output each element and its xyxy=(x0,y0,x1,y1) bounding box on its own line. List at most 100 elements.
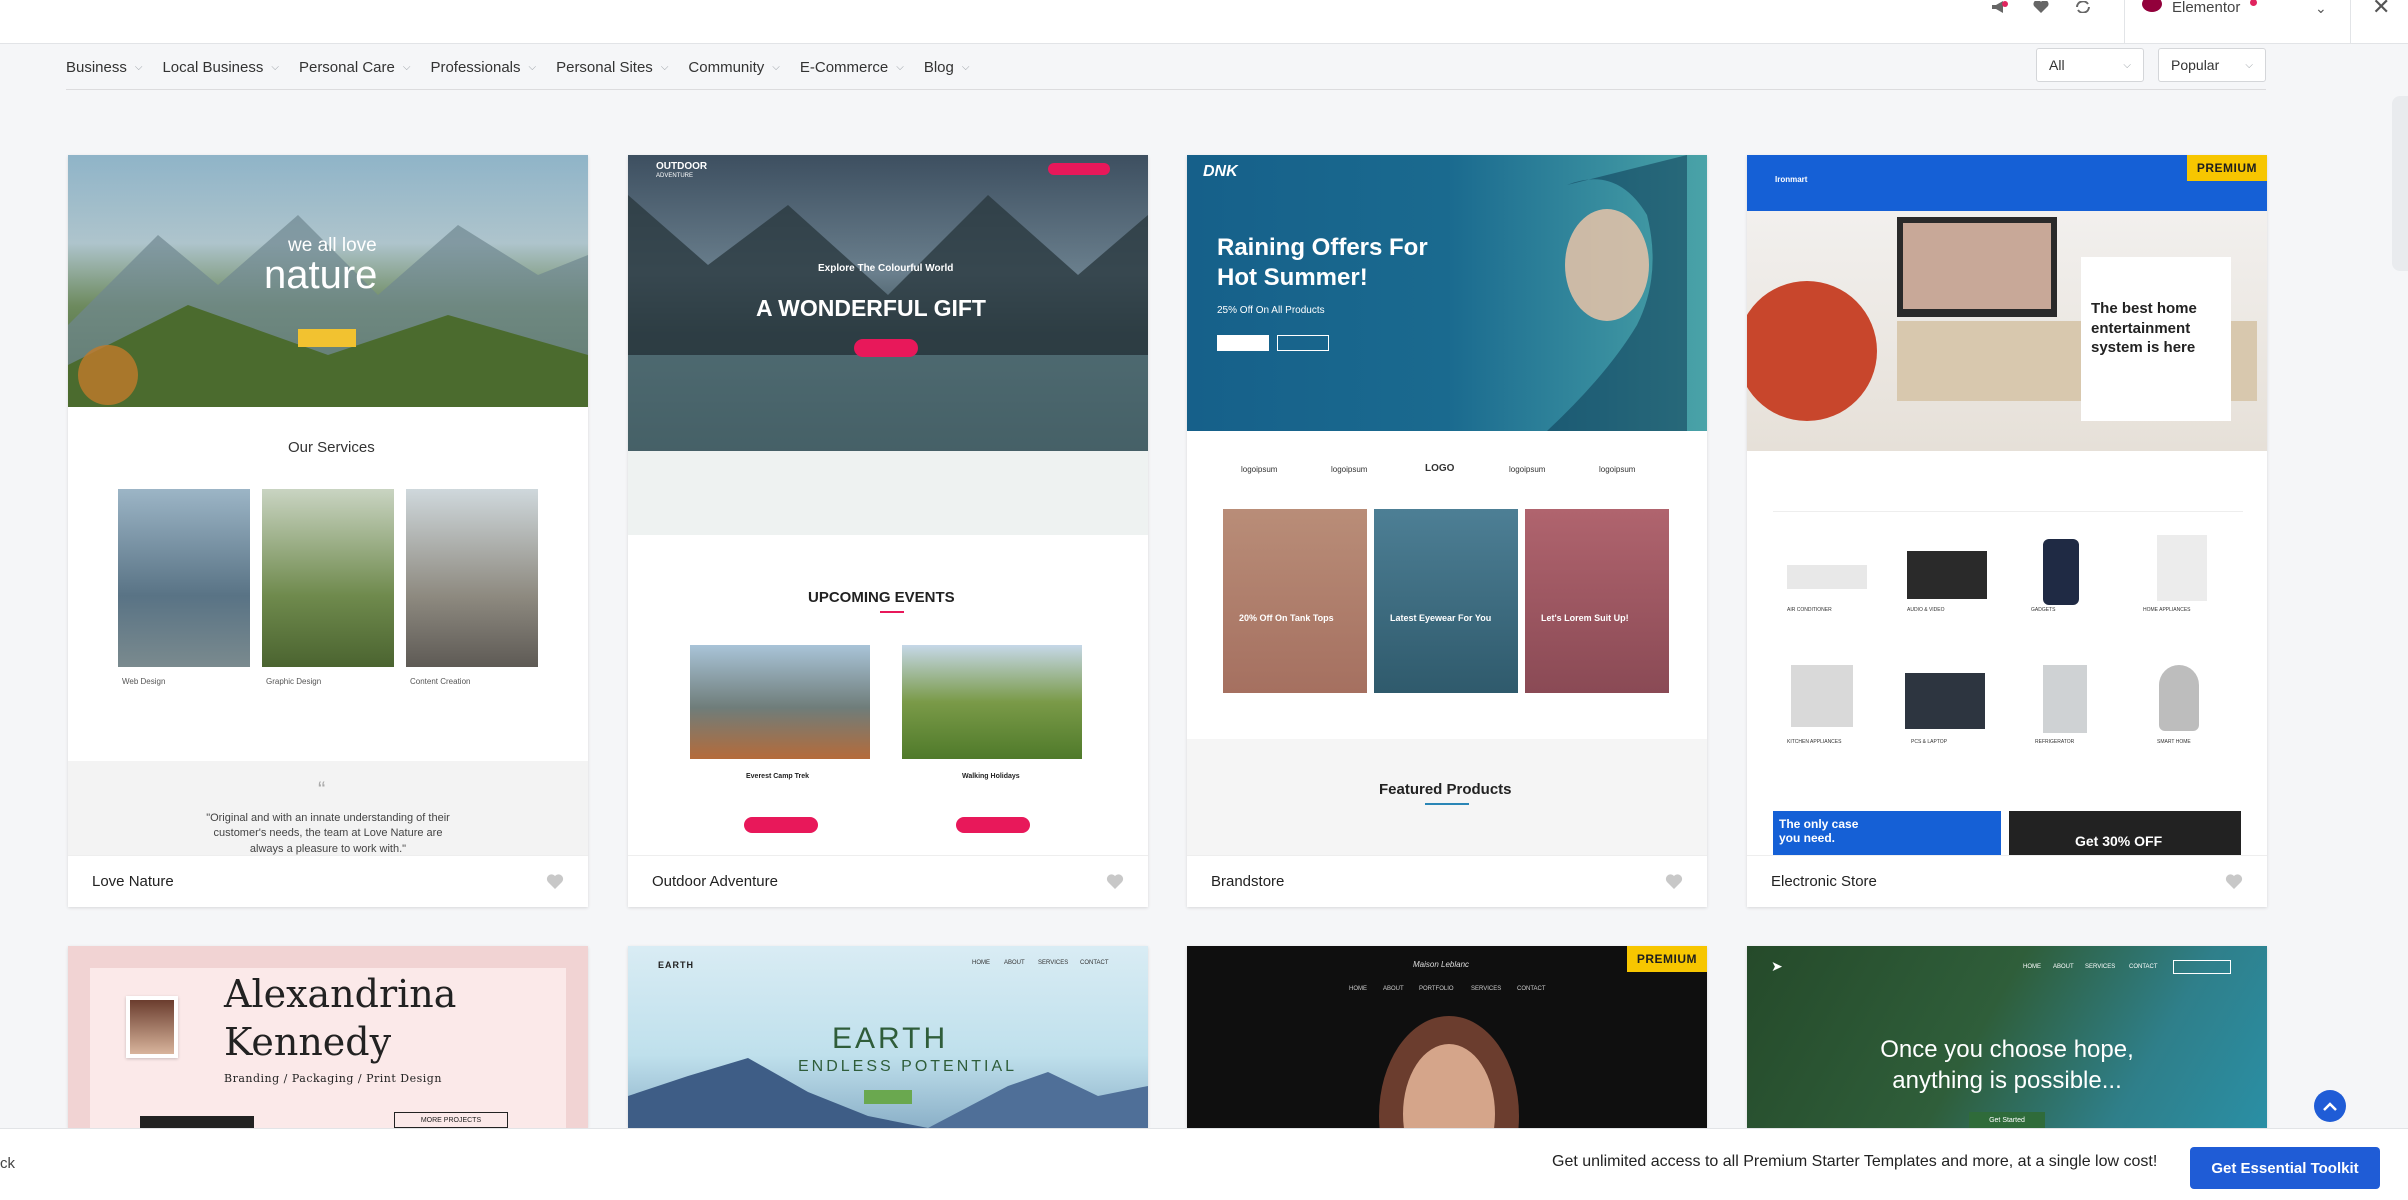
card-caption: Electronic Store xyxy=(1747,855,2267,907)
template-card-electronic-store[interactable]: Ironmart The best home entertainment sys… xyxy=(1747,155,2267,907)
service-label: Content Creation xyxy=(410,677,471,686)
template-preview[interactable]: we all love nature Our Services Web Desi… xyxy=(68,155,588,855)
service-image xyxy=(406,489,538,667)
hero-title: nature xyxy=(264,253,378,297)
template-preview[interactable]: Ironmart The best home entertainment sys… xyxy=(1747,155,2267,855)
chevron-down-icon: ⌵ xyxy=(772,61,780,73)
template-preview[interactable]: Alexandrina Kennedy Branding / Packaging… xyxy=(68,946,588,1128)
nav-label: Personal Care xyxy=(298,58,395,76)
nav-item-business[interactable]: Business ⌵ xyxy=(66,59,142,76)
partner-logo: LOGO xyxy=(1425,463,1455,474)
product-image xyxy=(2159,665,2199,731)
nav-label: Local Business xyxy=(162,58,264,76)
mountains-graphic xyxy=(628,1058,1148,1128)
quote-icon: “ xyxy=(318,777,326,802)
section-divider xyxy=(1425,803,1469,805)
testimonial-section: “ "Original and with an innate understan… xyxy=(68,761,588,855)
hero-title: Alexandrina xyxy=(224,972,457,1016)
chevron-up-icon xyxy=(2323,1102,2337,1111)
scroll-to-top-button[interactable] xyxy=(2314,1090,2346,1122)
hero-image: OUTDOOR ADVENTURE Explore The Colourful … xyxy=(628,155,1148,451)
template-name: Love Nature xyxy=(92,873,174,890)
promo-text: The only case you need. xyxy=(1779,817,1859,846)
nav-item-e-commerce[interactable]: E-Commerce ⌵ xyxy=(800,59,904,76)
nav-item-blog[interactable]: Blog ⌵ xyxy=(924,59,970,76)
chevron-down-icon: ⌵ xyxy=(134,61,143,73)
service-label: Web Design xyxy=(122,677,166,686)
hero-subtitle: Branding / Packaging / Print Design xyxy=(224,1072,442,1085)
hero-image: DNK Raining Offers For Hot Summer! 25% O… xyxy=(1187,155,1707,431)
nav-label: E-Commerce xyxy=(799,58,889,76)
template-card-outdoor-adventure[interactable]: OUTDOOR ADVENTURE Explore The Colourful … xyxy=(628,155,1148,907)
template-preview[interactable]: OUTDOOR ADVENTURE Explore The Colourful … xyxy=(628,155,1148,855)
heart-icon[interactable] xyxy=(1106,873,1124,890)
hero-subtitle: 25% Off On All Products xyxy=(1217,305,1325,316)
upgrade-message: Get unlimited access to all Premium Star… xyxy=(1552,1153,2158,1170)
section-title: Our Services xyxy=(288,439,375,456)
avatar xyxy=(126,996,178,1058)
event-title: Everest Camp Trek xyxy=(746,773,810,780)
partner-logo: logoipsum xyxy=(1241,465,1278,474)
template-preview[interactable]: DNK Raining Offers For Hot Summer! 25% O… xyxy=(1187,155,1707,855)
template-card-alexandrina-kennedy[interactable]: Alexandrina Kennedy Branding / Packaging… xyxy=(68,946,588,1128)
hero-title: The best home entertainment system is he… xyxy=(2091,300,2197,356)
chevron-down-icon: ⌵ xyxy=(271,61,279,73)
heart-icon[interactable] xyxy=(2032,1,2050,13)
promo-image xyxy=(1525,509,1669,693)
hero-title: A WONDERFUL GIFT xyxy=(756,295,986,321)
premium-badge: PREMIUM xyxy=(2186,155,2267,181)
template-preview[interactable]: ➤ HOME ABOUT SERVICES CONTACT Once you c… xyxy=(1747,946,2267,1128)
nav-item-personal-care[interactable]: Personal Care ⌵ xyxy=(299,59,410,76)
category-label: SMART HOME xyxy=(2157,739,2191,745)
product-image xyxy=(1905,673,1985,729)
heart-icon[interactable] xyxy=(1665,873,1683,890)
sort-filter-select[interactable]: Popular ⌵ xyxy=(2158,48,2266,82)
service-image xyxy=(118,489,250,667)
testimonial-text: "Original and with an innate understandi… xyxy=(206,812,450,855)
card-caption: Brandstore xyxy=(1187,855,1707,907)
template-card-brandstore[interactable]: DNK Raining Offers For Hot Summer! 25% O… xyxy=(1187,155,1707,907)
type-filter-select[interactable]: All ⌵ xyxy=(2036,48,2144,82)
template-preview[interactable]: Maison Leblanc HOME ABOUT PORTFOLIO SERV… xyxy=(1187,946,1707,1128)
category-label: AIR CONDITIONER xyxy=(1787,607,1832,613)
template-card-earth[interactable]: EARTH HOME ABOUT SERVICES CONTACT EARTH … xyxy=(628,946,1148,1128)
megaphone-icon[interactable] xyxy=(1990,1,2008,13)
heart-icon[interactable] xyxy=(546,873,564,890)
chevron-down-icon[interactable]: ⌄ xyxy=(2315,0,2327,17)
event-button xyxy=(956,817,1030,833)
portrait-graphic xyxy=(1379,1016,1519,1128)
event-button xyxy=(744,817,818,833)
template-card-hope[interactable]: ➤ HOME ABOUT SERVICES CONTACT Once you c… xyxy=(1747,946,2267,1128)
card-caption: Outdoor Adventure xyxy=(628,855,1148,907)
divider xyxy=(1773,511,2243,512)
heart-icon[interactable] xyxy=(2225,873,2243,890)
nav-item-community[interactable]: Community ⌵ xyxy=(688,59,779,76)
card-caption: Love Nature xyxy=(68,855,588,907)
page-builder-select[interactable]: Elementor xyxy=(2142,0,2258,16)
nav-item-local-business[interactable]: Local Business ⌵ xyxy=(162,59,279,76)
top-bar-icons xyxy=(1990,0,2092,14)
avatar-image xyxy=(130,1000,174,1054)
top-bar: Elementor ⌄ ✕ xyxy=(0,0,2408,44)
hero-button-label: Get Started xyxy=(1989,1116,2025,1124)
hero-button xyxy=(298,329,356,347)
side-widget[interactable] xyxy=(2392,96,2408,271)
template-card-love-nature[interactable]: we all love nature Our Services Web Desi… xyxy=(68,155,588,907)
refresh-icon[interactable] xyxy=(2074,1,2092,13)
promo-title: Latest Eyewear For You xyxy=(1390,613,1492,623)
close-icon[interactable]: ✕ xyxy=(2372,0,2390,20)
template-card-makeup-artist[interactable]: Maison Leblanc HOME ABOUT PORTFOLIO SERV… xyxy=(1187,946,1707,1128)
category-label: AUDIO & VIDEO xyxy=(1907,607,1945,613)
template-preview[interactable]: EARTH HOME ABOUT SERVICES CONTACT EARTH … xyxy=(628,946,1148,1128)
brand-logo: Ironmart xyxy=(1775,175,1808,184)
nav-item-personal-sites[interactable]: Personal Sites ⌵ xyxy=(556,59,668,76)
nav-item-professionals[interactable]: Professionals ⌵ xyxy=(430,59,536,76)
brand-logo: OUTDOOR xyxy=(656,161,708,172)
nav-label: Personal Sites xyxy=(556,58,653,76)
partner-logo: logoipsum xyxy=(1331,465,1368,474)
service-image xyxy=(262,489,394,667)
back-link[interactable]: ck xyxy=(0,1155,15,1172)
get-essential-toolkit-button[interactable]: Get Essential Toolkit xyxy=(2190,1147,2380,1189)
category-nav: Business ⌵ Local Business ⌵ Personal Care ⌵… xyxy=(66,46,2266,88)
hero-button: MORE PROJECTS xyxy=(394,1112,508,1128)
